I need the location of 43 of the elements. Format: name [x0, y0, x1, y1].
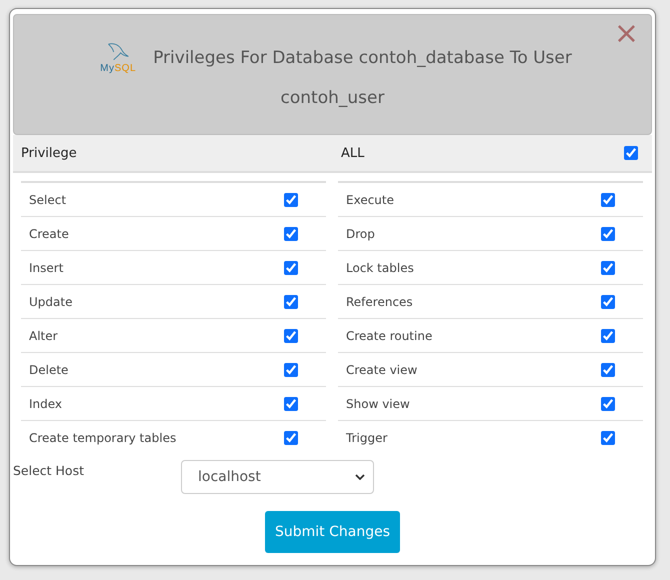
column-header: Privilege	[21, 146, 78, 160]
privilege-label: Trigger	[346, 431, 388, 445]
privilege-checkbox[interactable]	[601, 294, 615, 308]
privilege-label: Execute	[346, 192, 394, 206]
privilege-checkbox[interactable]	[601, 431, 615, 445]
column-header: ALL	[341, 146, 366, 160]
privilege-checkbox[interactable]	[284, 260, 298, 274]
privilege-label: Index	[29, 396, 62, 410]
privilege-label: Insert	[29, 260, 64, 274]
privilege-label: Select	[29, 192, 66, 206]
privilege-label: References	[346, 294, 413, 308]
privilege-checkbox[interactable]	[284, 192, 298, 206]
dialog-title: Privileges For Database contoh_database To User	[153, 48, 572, 68]
privilege-checkbox[interactable]	[601, 362, 615, 376]
privilege-label: Lock tables	[346, 260, 414, 274]
submit-button[interactable]: Submit Changes	[265, 511, 400, 553]
privilege-checkbox[interactable]	[284, 362, 298, 376]
privilege-label: Create routine	[346, 328, 432, 342]
privilege-checkbox[interactable]	[284, 226, 298, 240]
privilege-checkbox[interactable]	[601, 328, 615, 342]
privilege-label: Delete	[29, 362, 68, 376]
privilege-label: Alter	[29, 328, 58, 342]
privilege-label: Create temporary tables	[29, 431, 176, 445]
privilege-checkbox[interactable]	[601, 192, 615, 206]
logo-text: MySQL	[100, 63, 136, 74]
privilege-checkbox[interactable]	[284, 431, 298, 445]
host-label: Select Host	[13, 463, 85, 478]
privilege-checkbox[interactable]	[284, 294, 298, 308]
privilege-checkbox[interactable]	[601, 226, 615, 240]
all-checkbox[interactable]	[624, 146, 638, 160]
privilege-label: Create view	[346, 362, 418, 376]
privilege-label: Drop	[346, 226, 375, 240]
dialog-subtitle: contoh_user	[280, 88, 384, 108]
privilege-checkbox[interactable]	[601, 396, 615, 410]
chevron-down-icon	[355, 474, 365, 480]
privilege-checkbox[interactable]	[284, 396, 298, 410]
privilege-label: Create	[29, 226, 69, 240]
privilege-checkbox[interactable]	[601, 260, 615, 274]
privilege-label: Update	[29, 294, 72, 308]
privilege-checkbox[interactable]	[284, 328, 298, 342]
privilege-label: Show view	[346, 396, 410, 410]
close-button[interactable]: ×	[610, 19, 643, 49]
host-select[interactable]: localhost	[181, 460, 374, 494]
